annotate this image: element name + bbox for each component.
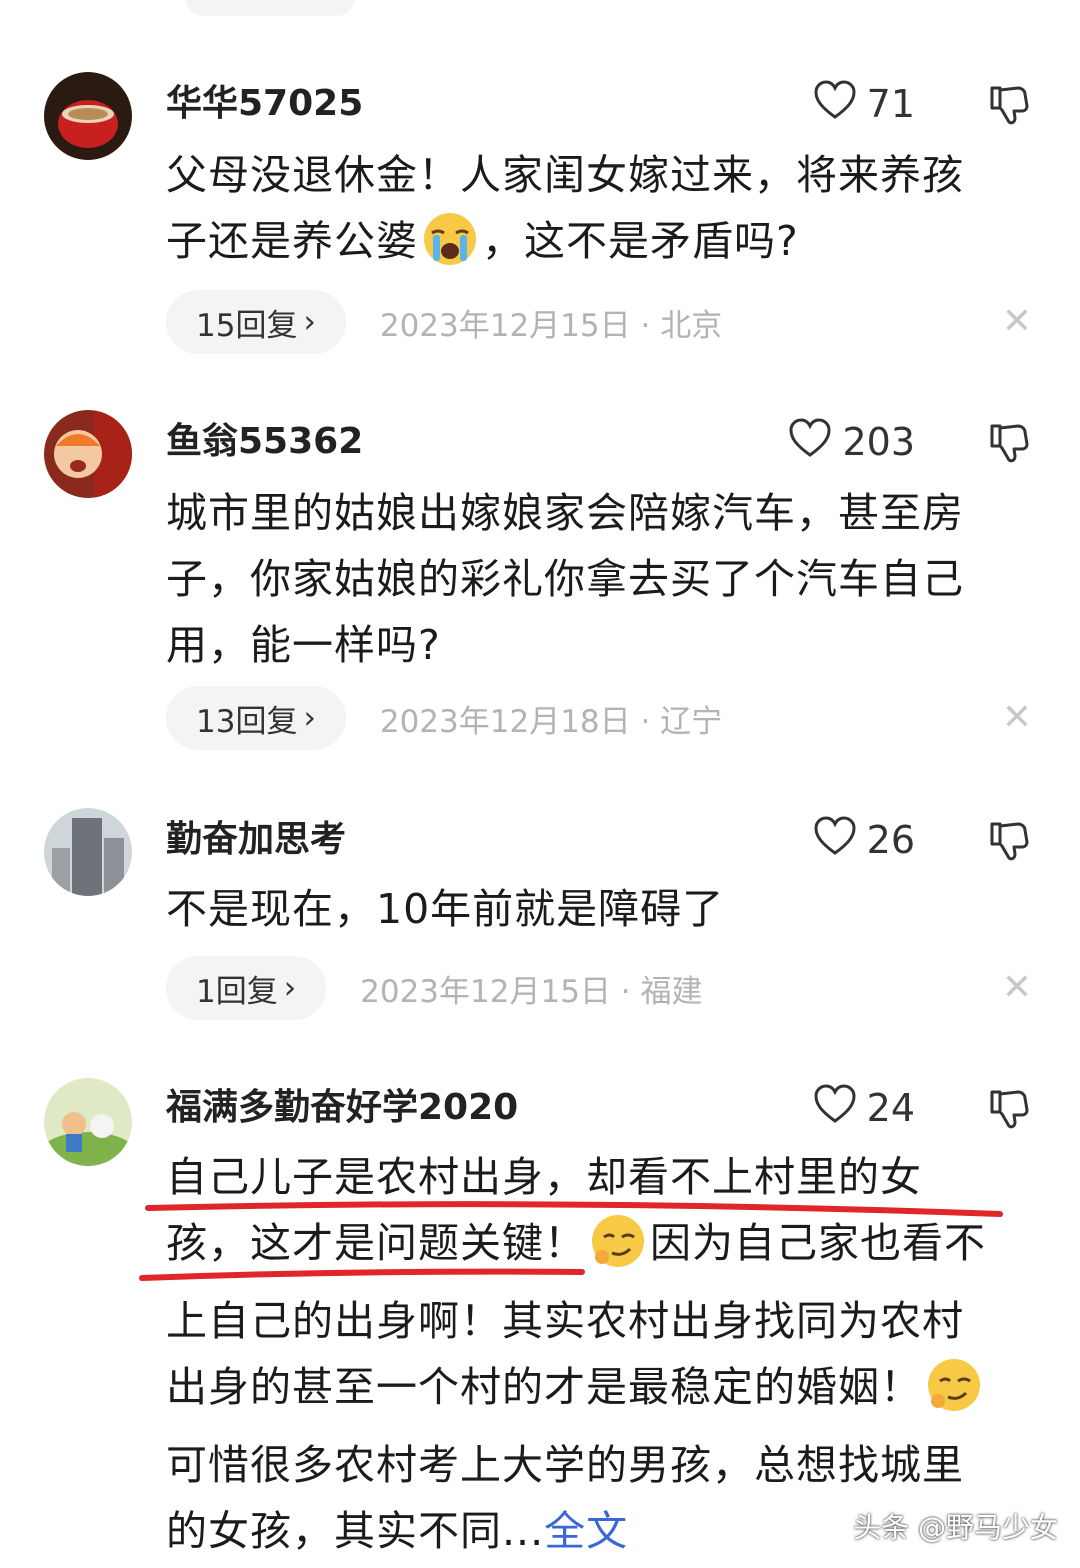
heart-outline-icon — [813, 815, 857, 865]
heart-outline-icon — [788, 417, 832, 467]
comment-text: 自己儿子是农村出身，却看不上村里的女 孩，这才是问题关键！ 因为自己家也看不 上自… — [166, 1144, 1016, 1564]
like-button[interactable]: 203 — [788, 417, 915, 467]
comment-line: 父母没退休金！人家闺女嫁过来，将来养孩 — [166, 151, 964, 199]
crying-face-emoji — [422, 211, 478, 286]
timestamp-location: 2023年12月18日 · 辽宁 — [380, 696, 722, 741]
replies-button[interactable]: 1回复 › — [166, 956, 327, 1020]
comment-line: 出身的甚至一个村的才是最稳定的婚姻！ — [166, 1354, 1016, 1432]
username[interactable]: 福满多勤奋好学2020 — [166, 1086, 518, 1130]
previous-reply-pill[interactable] — [185, 0, 355, 16]
comment-text: 城市里的姑娘出嫁娘家会陪嫁汽车，甚至房 子，你家姑娘的彩礼你拿去买了个汽车自己 … — [166, 480, 1016, 678]
expand-full-text-link[interactable]: 全文 — [544, 1507, 628, 1555]
username[interactable]: 华华57025 — [166, 82, 363, 126]
close-icon[interactable]: ✕ — [1002, 290, 1032, 354]
comment-line: 城市里的姑娘出嫁娘家会陪嫁汽车，甚至房 — [166, 489, 964, 537]
chevron-right-icon: › — [303, 700, 316, 736]
location: 辽宁 — [660, 703, 723, 740]
thumbs-down-icon[interactable] — [988, 422, 1030, 468]
comment-meta: 15回复 › 2023年12月15日 · 北京 — [166, 290, 722, 354]
comment-line: 用，能一样吗? — [166, 621, 441, 669]
comment-text: 不是现在，10年前就是障碍了 — [166, 876, 1016, 942]
comment-meta: 13回复 › 2023年12月18日 · 辽宁 — [166, 686, 722, 750]
avatar[interactable] — [44, 72, 132, 160]
close-icon[interactable]: ✕ — [1002, 956, 1032, 1020]
comment-line: 可惜很多农村考上大学的男孩，总想找城里 — [166, 1441, 964, 1489]
separator: · — [640, 703, 651, 740]
comment-line: 上自己的出身啊！其实农村出身找同为农村 — [166, 1297, 964, 1345]
avatar[interactable] — [44, 1078, 132, 1166]
comment-line: 自己儿子是农村出身，却看不上村里的女 — [166, 1153, 922, 1201]
close-icon[interactable]: ✕ — [1002, 686, 1032, 750]
comment-text: 父母没退休金！人家闺女嫁过来，将来养孩 子还是养公婆 ，这不是矛盾吗? — [166, 142, 1016, 286]
username[interactable]: 鱼翁55362 — [166, 420, 363, 464]
heart-outline-icon — [813, 79, 857, 129]
date: 2023年12月15日 — [360, 973, 611, 1010]
username[interactable]: 勤奋加思考 — [166, 818, 346, 862]
like-count: 26 — [866, 818, 915, 862]
comment-meta: 1回复 › 2023年12月15日 · 福建 — [166, 956, 703, 1020]
replies-label: 1回复 — [196, 973, 278, 1010]
like-button[interactable]: 71 — [813, 79, 915, 129]
location: 福建 — [640, 973, 703, 1010]
separator: · — [620, 973, 631, 1010]
avatar[interactable] — [44, 808, 132, 896]
chevron-right-icon: › — [283, 970, 297, 1006]
like-count: 24 — [866, 1086, 915, 1130]
timestamp-location: 2023年12月15日 · 北京 — [380, 300, 722, 345]
location: 北京 — [660, 307, 723, 344]
thumbs-down-icon[interactable] — [988, 84, 1030, 130]
replies-label: 13回复 — [196, 703, 298, 740]
thumbs-down-icon[interactable] — [988, 820, 1030, 866]
timestamp-location: 2023年12月15日 · 福建 — [360, 966, 702, 1011]
date: 2023年12月18日 — [379, 703, 631, 740]
comment-line: 不是现在，10年前就是障碍了 — [166, 885, 725, 933]
thumbs-down-icon[interactable] — [988, 1088, 1030, 1134]
smirking-face-emoji — [926, 1357, 982, 1432]
like-button[interactable]: 24 — [813, 1083, 915, 1133]
like-count: 203 — [842, 420, 915, 464]
smirking-face-emoji — [590, 1213, 646, 1288]
avatar[interactable] — [44, 410, 132, 498]
like-button[interactable]: 26 — [813, 815, 915, 865]
chevron-right-icon: › — [303, 304, 316, 340]
replies-button[interactable]: 15回复 › — [166, 290, 346, 354]
replies-button[interactable]: 13回复 › — [166, 686, 346, 750]
like-count: 71 — [866, 82, 915, 126]
separator: · — [640, 307, 651, 344]
date: 2023年12月15日 — [379, 307, 631, 344]
comment-line: 子还是养公婆 ，这不是矛盾吗? — [166, 208, 1016, 286]
watermark: 头条 @野马少女 — [853, 1511, 1058, 1544]
comment-line: 子，你家姑娘的彩礼你拿去买了个汽车自己 — [166, 555, 964, 603]
comment-line: 孩，这才是问题关键！ 因为自己家也看不 — [166, 1210, 1016, 1288]
heart-outline-icon — [813, 1083, 857, 1133]
replies-label: 15回复 — [196, 307, 298, 344]
